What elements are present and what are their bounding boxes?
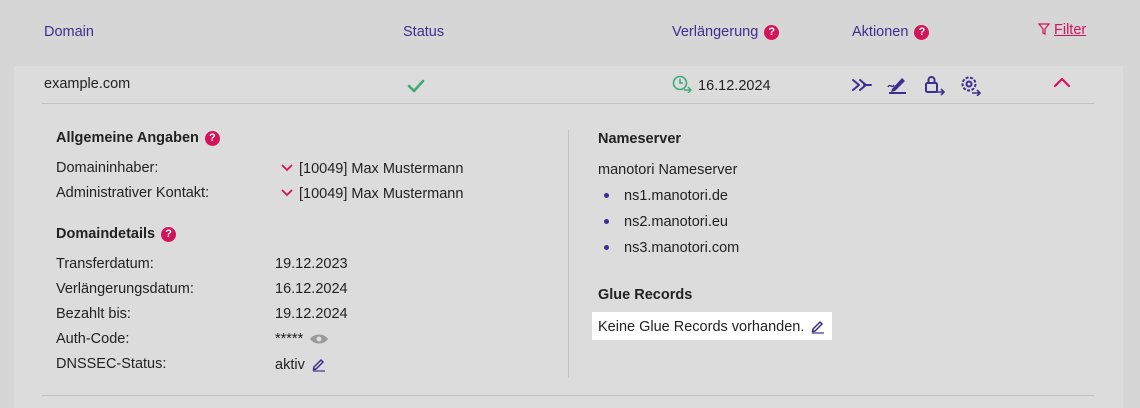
list-item: ns3.manotori.com xyxy=(598,240,739,266)
collapse-row-button[interactable] xyxy=(1052,74,1072,95)
auth-code: ***** xyxy=(275,331,329,349)
pencil-icon[interactable] xyxy=(311,356,327,376)
column-actions[interactable]: Aktionen? xyxy=(852,24,930,40)
auth-label: Auth-Code: xyxy=(56,331,130,347)
dnssec-label: DNSSEC-Status: xyxy=(56,356,167,372)
column-renewal-label: Verlängerung xyxy=(672,24,759,40)
transfer-label: Transferdatum: xyxy=(56,256,154,272)
column-actions-label: Aktionen xyxy=(852,24,909,40)
column-renewal[interactable]: Verlängerung? xyxy=(672,24,780,40)
admin-dropdown[interactable]: [10049] Max Mustermann xyxy=(281,185,463,202)
renewal-cell: 16.12.2024 xyxy=(672,75,771,94)
list-item: ns1.manotori.de xyxy=(598,188,739,214)
divider xyxy=(42,395,1094,396)
glue-records-status: Keine Glue Records vorhanden. xyxy=(598,318,826,338)
column-domain[interactable]: Domain xyxy=(44,24,94,40)
filter-link[interactable]: Filter xyxy=(1037,22,1086,38)
divider xyxy=(42,103,1094,104)
column-status[interactable]: Status xyxy=(403,24,444,40)
chevron-down-icon xyxy=(281,160,293,176)
glue-empty-text: Keine Glue Records vorhanden. xyxy=(598,319,805,335)
list-item: ns2.manotori.eu xyxy=(598,214,739,240)
paid-label: Bezahlt bis: xyxy=(56,306,131,322)
nameserver-list: ns1.manotori.de ns2.manotori.eu ns3.mano… xyxy=(598,188,739,266)
general-section-title: Allgemeine Angaben? xyxy=(56,130,220,146)
chevron-down-icon xyxy=(281,185,293,201)
checkmark-icon xyxy=(407,79,425,93)
details-section-title: Domaindetails? xyxy=(56,226,177,242)
dnssec-value: aktiv xyxy=(275,357,305,373)
details-title: Domaindetails xyxy=(56,226,156,242)
owner-dropdown[interactable]: [10049] Max Mustermann xyxy=(281,160,463,177)
question-icon[interactable]: ? xyxy=(764,25,780,40)
pencil-icon[interactable] xyxy=(810,318,826,338)
action-icons xyxy=(850,74,991,101)
table-header: Domain Status Verlängerung? Aktionen? Fi… xyxy=(0,0,1140,66)
owner-value: [10049] Max Mustermann xyxy=(299,161,464,177)
signature-icon[interactable] xyxy=(886,74,908,101)
dnssec-status: aktiv xyxy=(275,356,327,376)
transfer-icon[interactable] xyxy=(850,74,872,101)
admin-value: [10049] Max Mustermann xyxy=(299,186,464,202)
settings-transfer-icon[interactable] xyxy=(959,74,982,101)
admin-label: Administrativer Kontakt: xyxy=(56,185,210,201)
question-icon[interactable]: ? xyxy=(914,25,930,40)
renewal-date: 16.12.2024 xyxy=(698,78,771,94)
renewal-value: 16.12.2024 xyxy=(275,281,348,297)
glue-title: Glue Records xyxy=(598,287,693,303)
eye-icon[interactable] xyxy=(309,333,329,349)
funnel-icon xyxy=(1037,23,1051,35)
column-divider xyxy=(568,130,569,378)
owner-label: Domaininhaber: xyxy=(56,160,159,176)
transfer-value: 19.12.2023 xyxy=(275,256,348,272)
renewal-label: Verlängerungsdatum: xyxy=(56,281,194,297)
paid-value: 19.12.2024 xyxy=(275,306,348,322)
clock-renew-icon xyxy=(672,75,692,94)
chevron-up-icon xyxy=(1053,77,1071,88)
question-icon[interactable]: ? xyxy=(204,131,220,146)
nameserver-title: Nameserver xyxy=(598,131,682,147)
general-title: Allgemeine Angaben xyxy=(56,130,199,146)
auth-value: ***** xyxy=(275,331,304,347)
question-icon[interactable]: ? xyxy=(161,227,177,242)
nameserver-provider: manotori Nameserver xyxy=(598,162,738,178)
filter-label[interactable]: Filter xyxy=(1054,22,1086,38)
lock-transfer-icon[interactable] xyxy=(923,74,946,101)
domain-name[interactable]: example.com xyxy=(44,76,130,92)
status-indicator xyxy=(406,76,426,101)
